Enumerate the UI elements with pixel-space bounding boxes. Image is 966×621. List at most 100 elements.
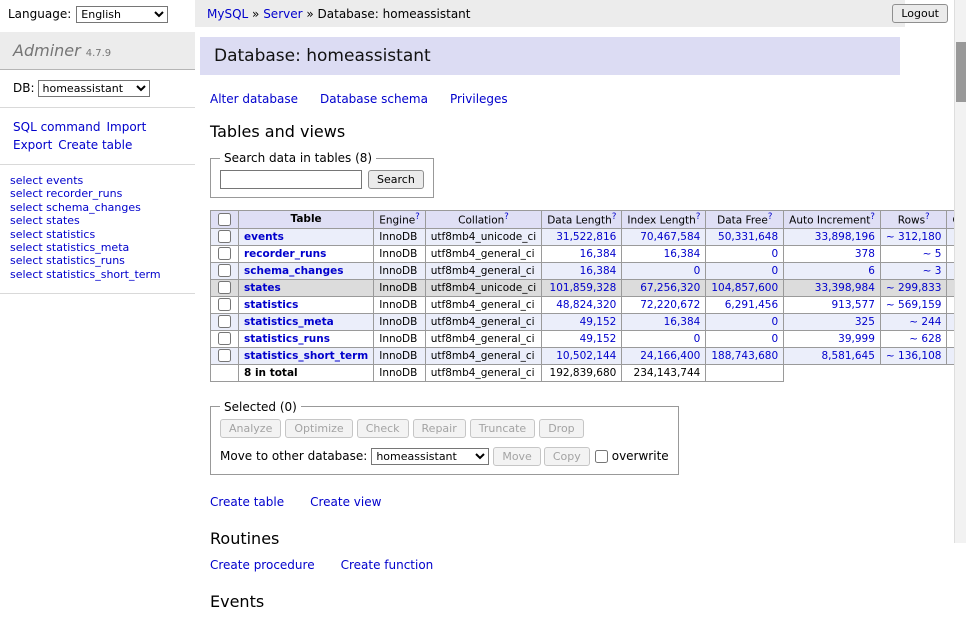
table-name-link[interactable]: recorder_runs: [244, 248, 326, 260]
auto-increment-link[interactable]: 33,398,984: [815, 282, 875, 294]
data-free-link[interactable]: 188,743,680: [711, 350, 778, 362]
create-procedure-link[interactable]: Create procedure: [210, 558, 315, 572]
rows-count-link[interactable]: ~ 5: [923, 248, 942, 260]
table-name-link[interactable]: states: [244, 282, 281, 294]
rows-count-link[interactable]: ~ 244: [909, 316, 941, 328]
drop-button[interactable]: Drop: [539, 419, 583, 438]
create-view-link[interactable]: Create view: [310, 495, 381, 509]
table-name-link[interactable]: statistics_runs: [244, 333, 330, 345]
language-select[interactable]: English: [76, 6, 168, 23]
create-table-link[interactable]: Create table: [210, 495, 284, 509]
row-checkbox[interactable]: [218, 349, 231, 362]
rows-count-link[interactable]: ~ 569,159: [886, 299, 942, 311]
sidebar-item-select-recorder-runs[interactable]: select recorder_runs: [10, 187, 185, 200]
rows-count-link[interactable]: ~ 312,180: [886, 231, 942, 243]
check-button[interactable]: Check: [357, 419, 409, 438]
data-length-link[interactable]: 101,859,328: [550, 282, 617, 294]
row-checkbox[interactable]: [218, 247, 231, 260]
db-link-database-schema[interactable]: Database schema: [320, 92, 428, 106]
data-free-link[interactable]: 0: [771, 248, 778, 260]
row-checkbox[interactable]: [218, 315, 231, 328]
index-length-link[interactable]: 0: [694, 265, 701, 277]
table-name-link[interactable]: statistics_meta: [244, 316, 334, 328]
sidebar-item-select-states[interactable]: select states: [10, 214, 185, 227]
help-icon[interactable]: ?: [870, 212, 875, 222]
index-length-link[interactable]: 70,467,584: [640, 231, 700, 243]
logout-button[interactable]: Logout: [892, 4, 948, 23]
row-checkbox[interactable]: [218, 281, 231, 294]
data-length-link[interactable]: 10,502,144: [556, 350, 616, 362]
data-free-link[interactable]: 0: [771, 316, 778, 328]
data-length-link[interactable]: 16,384: [580, 265, 617, 277]
row-checkbox[interactable]: [218, 332, 231, 345]
move-button[interactable]: Move: [493, 447, 541, 466]
auto-increment-link[interactable]: 6: [868, 265, 875, 277]
sidebar-item-select-statistics-meta[interactable]: select statistics_meta: [10, 241, 185, 254]
table-name-link[interactable]: events: [244, 231, 284, 243]
menu-action-sql-command[interactable]: SQL command: [13, 118, 100, 136]
menu-action-import[interactable]: Import: [106, 118, 146, 136]
sidebar-item-select-schema-changes[interactable]: select schema_changes: [10, 201, 185, 214]
search-button[interactable]: Search: [368, 170, 424, 189]
optimize-button[interactable]: Optimize: [285, 419, 352, 438]
help-icon[interactable]: ?: [415, 212, 420, 222]
index-length-link[interactable]: 67,256,320: [640, 282, 700, 294]
data-length-link[interactable]: 49,152: [580, 316, 617, 328]
data-free-link[interactable]: 6,291,456: [725, 299, 778, 311]
index-length-link[interactable]: 72,220,672: [640, 299, 700, 311]
index-length-link[interactable]: 24,166,400: [640, 350, 700, 362]
help-icon[interactable]: ?: [696, 212, 701, 222]
copy-button[interactable]: Copy: [544, 447, 590, 466]
data-free-link[interactable]: 50,331,648: [718, 231, 778, 243]
index-length-link[interactable]: 16,384: [664, 248, 701, 260]
data-free-link[interactable]: 0: [771, 333, 778, 345]
table-name-link[interactable]: schema_changes: [244, 265, 344, 277]
index-length-link[interactable]: 16,384: [664, 316, 701, 328]
auto-increment-link[interactable]: 378: [855, 248, 875, 260]
truncate-button[interactable]: Truncate: [470, 419, 535, 438]
breadcrumb-link-server[interactable]: Server: [263, 7, 302, 21]
auto-increment-link[interactable]: 325: [855, 316, 875, 328]
db-select[interactable]: homeassistant: [38, 80, 150, 97]
index-length-link[interactable]: 0: [694, 333, 701, 345]
sidebar-item-select-statistics-short-term[interactable]: select statistics_short_term: [10, 268, 185, 281]
auto-increment-link[interactable]: 8,581,645: [821, 350, 874, 362]
auto-increment-link[interactable]: 33,898,196: [815, 231, 875, 243]
rows-count-link[interactable]: ~ 3: [923, 265, 942, 277]
sidebar-item-select-events[interactable]: select events: [10, 174, 185, 187]
create-function-link[interactable]: Create function: [341, 558, 434, 572]
data-length-link[interactable]: 16,384: [580, 248, 617, 260]
table-name-link[interactable]: statistics: [244, 299, 298, 311]
auto-increment-link[interactable]: 39,999: [838, 333, 875, 345]
data-free-link[interactable]: 104,857,600: [711, 282, 778, 294]
breadcrumb-link-mysql[interactable]: MySQL: [207, 7, 248, 21]
data-length-link[interactable]: 48,824,320: [556, 299, 616, 311]
data-free-link[interactable]: 0: [771, 265, 778, 277]
sidebar-item-select-statistics[interactable]: select statistics: [10, 228, 185, 241]
help-icon[interactable]: ?: [612, 212, 617, 222]
data-length-link[interactable]: 49,152: [580, 333, 617, 345]
select-all-checkbox[interactable]: [218, 213, 231, 226]
help-icon[interactable]: ?: [504, 212, 509, 222]
scrollbar-thumb[interactable]: [956, 42, 966, 102]
row-checkbox[interactable]: [218, 298, 231, 311]
menu-action-create-table[interactable]: Create table: [58, 136, 132, 154]
rows-count-link[interactable]: ~ 628: [909, 333, 941, 345]
row-checkbox[interactable]: [218, 264, 231, 277]
db-link-privileges[interactable]: Privileges: [450, 92, 508, 106]
db-link-alter-database[interactable]: Alter database: [210, 92, 298, 106]
scrollbar[interactable]: [954, 0, 966, 543]
repair-button[interactable]: Repair: [413, 419, 466, 438]
help-icon[interactable]: ?: [925, 212, 930, 222]
overwrite-checkbox[interactable]: [595, 450, 608, 463]
move-db-select[interactable]: homeassistant: [371, 448, 489, 465]
sidebar-item-select-statistics-runs[interactable]: select statistics_runs: [10, 254, 185, 267]
row-checkbox[interactable]: [218, 230, 231, 243]
rows-count-link[interactable]: ~ 136,108: [886, 350, 942, 362]
search-input[interactable]: [220, 170, 362, 189]
menu-action-export[interactable]: Export: [13, 136, 52, 154]
help-icon[interactable]: ?: [768, 212, 773, 222]
rows-count-link[interactable]: ~ 299,833: [886, 282, 942, 294]
analyze-button[interactable]: Analyze: [220, 419, 281, 438]
data-length-link[interactable]: 31,522,816: [556, 231, 616, 243]
